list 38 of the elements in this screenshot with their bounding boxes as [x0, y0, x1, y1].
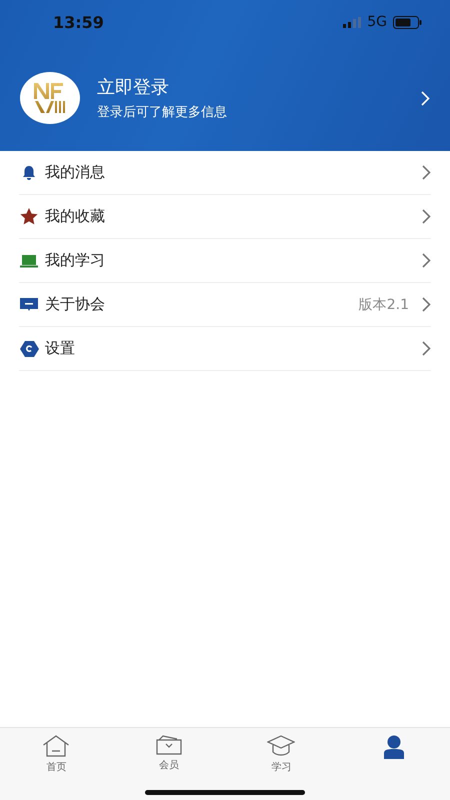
version-label: 版本2.1: [358, 296, 409, 314]
settings-icon: [20, 340, 38, 356]
chevron-right-icon: [422, 253, 431, 268]
menu-label: 我的消息: [45, 163, 105, 182]
chevron-right-icon: [422, 341, 431, 356]
menu-label: 我的学习: [45, 251, 105, 270]
chevron-right-icon: [422, 165, 431, 180]
network-label: 5G: [367, 14, 387, 30]
login-subtitle: 登录后可了解更多信息: [97, 104, 227, 120]
chevron-right-icon: [422, 297, 431, 312]
menu-item[interactable]: 我的学习: [19, 239, 431, 283]
laptop-icon: [20, 254, 38, 268]
menu-label: 设置: [45, 339, 75, 358]
home-icon: [42, 735, 70, 757]
signal-icon: [343, 16, 362, 28]
battery-icon: [393, 16, 422, 28]
menu-item[interactable]: 关于协会 版本2.1: [19, 283, 431, 327]
chevron-right-icon[interactable]: [421, 90, 430, 106]
folder-icon: [156, 735, 182, 755]
menu-item[interactable]: 我的消息: [19, 151, 431, 195]
chevron-right-icon: [422, 209, 431, 224]
tab[interactable]: 学习: [225, 728, 338, 774]
star-icon: [20, 208, 38, 225]
menu-item[interactable]: 设置: [19, 327, 431, 371]
tab[interactable]: 首页: [0, 728, 112, 774]
login-title[interactable]: 立即登录: [97, 76, 227, 100]
status-time: 13:59: [53, 12, 104, 32]
bell-icon: [21, 164, 37, 180]
menu-label: 我的收藏: [45, 207, 105, 226]
graduation-cap-icon: [267, 735, 296, 757]
tab-label: 学习: [271, 761, 292, 774]
person-icon: [382, 735, 405, 759]
tab-label: 首页: [46, 761, 66, 774]
menu-label: 关于协会: [45, 295, 105, 314]
message-icon: [20, 297, 38, 312]
tab-label: 会员: [158, 759, 179, 772]
menu-item[interactable]: 我的收藏: [19, 195, 431, 239]
tab[interactable]: 会员: [112, 728, 225, 774]
